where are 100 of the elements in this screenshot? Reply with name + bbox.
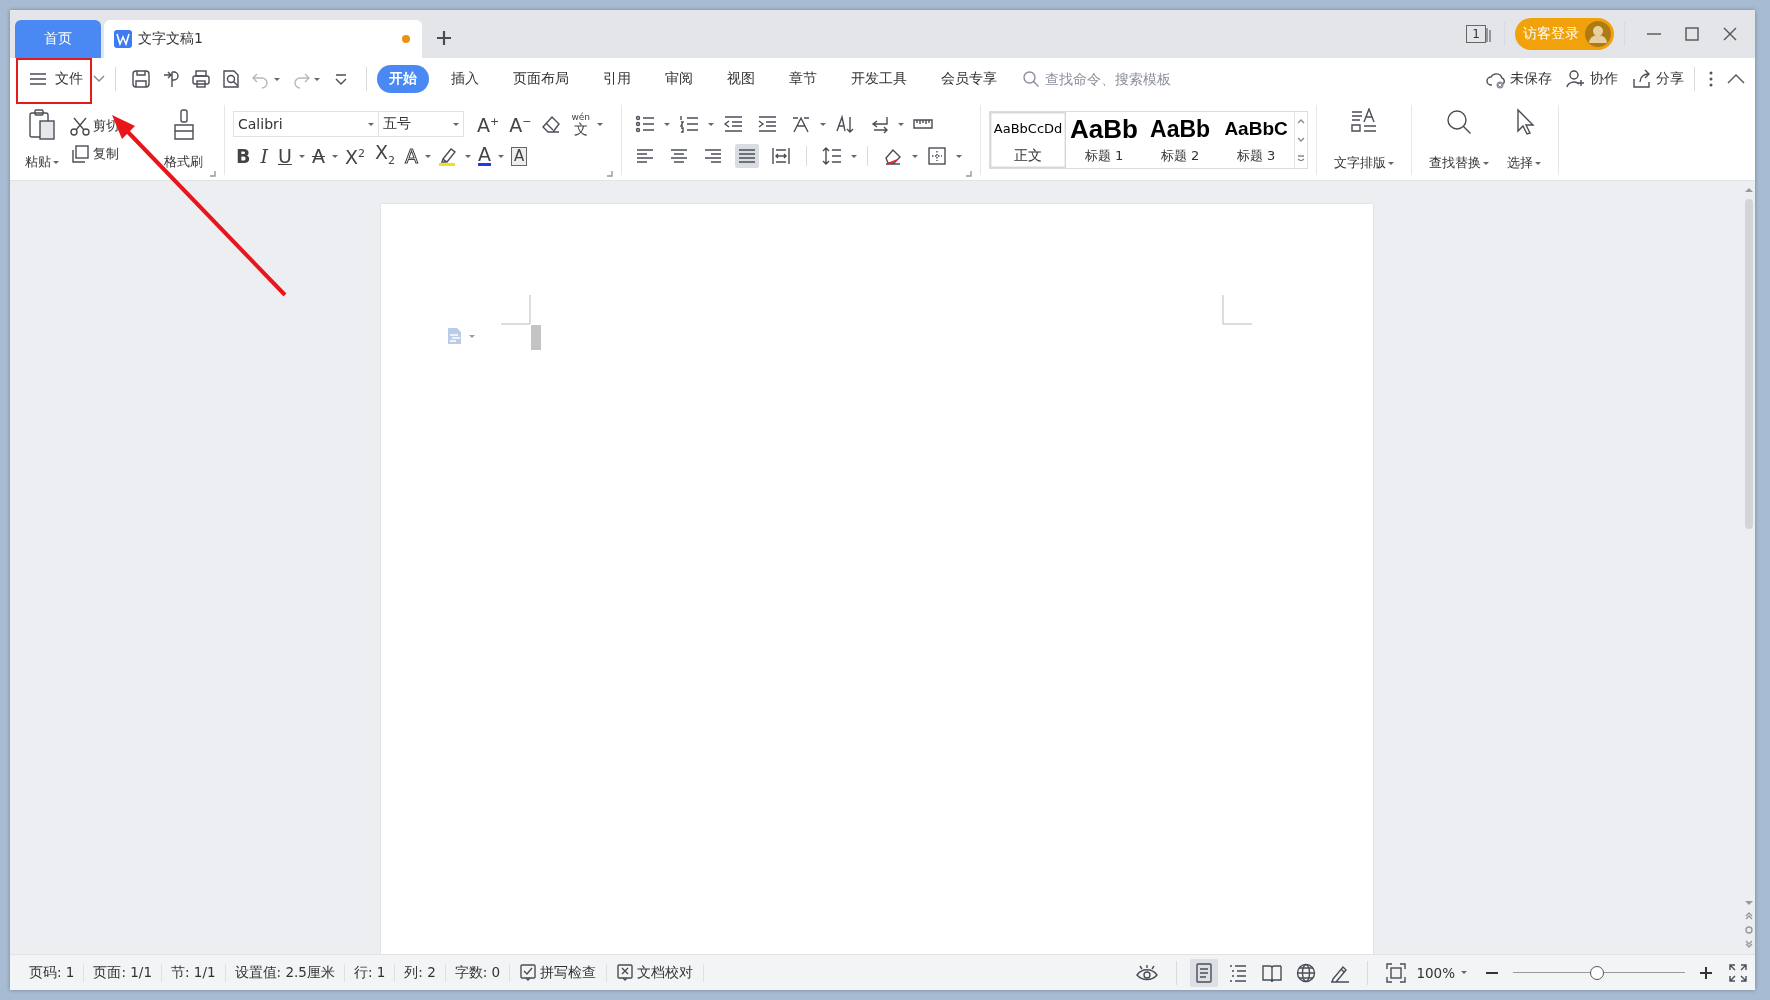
caret-icon bbox=[820, 122, 827, 126]
share-icon bbox=[1632, 69, 1652, 89]
caret-icon bbox=[331, 154, 338, 158]
maximize-icon[interactable] bbox=[1684, 26, 1700, 42]
caret-icon bbox=[53, 160, 59, 164]
add-tab-icon[interactable] bbox=[436, 30, 452, 46]
style-preset[interactable]: AaBb 标题 2 bbox=[1142, 112, 1219, 168]
phonetic-guide-button[interactable]: wén 文 bbox=[571, 112, 591, 136]
cross-icon bbox=[617, 964, 634, 981]
zoom-in-icon[interactable] bbox=[1699, 965, 1713, 980]
print-preview-icon[interactable] bbox=[221, 69, 241, 89]
collaborate-button[interactable]: 协作 bbox=[1566, 69, 1618, 89]
caret-icon[interactable] bbox=[274, 77, 280, 81]
font-name-dropdown[interactable]: Calibri bbox=[233, 111, 379, 137]
save-status-button[interactable]: 未保存 bbox=[1486, 69, 1552, 89]
zoom-dropdown[interactable]: 100% bbox=[1416, 964, 1467, 981]
ribbon-tab[interactable]: 会员专享 bbox=[929, 65, 1009, 93]
page-view-icon[interactable] bbox=[1190, 958, 1219, 987]
text-layout-button[interactable]: 文字排版 bbox=[1331, 108, 1398, 172]
collapse-icon[interactable] bbox=[1727, 74, 1745, 84]
expand-corner-icon[interactable] bbox=[210, 171, 216, 177]
previous-page-icon[interactable] bbox=[1745, 912, 1753, 920]
ribbon-tab[interactable]: 引用 bbox=[591, 65, 643, 93]
share-button[interactable]: 分享 bbox=[1632, 69, 1684, 89]
clipboard-icon bbox=[27, 109, 57, 141]
export-icon[interactable] bbox=[161, 69, 181, 89]
fit-page-icon[interactable] bbox=[1386, 962, 1407, 983]
superscript-button[interactable]: X$^{2}$ bbox=[344, 144, 365, 168]
highlighter-icon[interactable] bbox=[438, 146, 458, 166]
text-cursor bbox=[531, 325, 541, 350]
paste-button[interactable]: 粘贴 bbox=[22, 109, 62, 171]
scrollbar-thumb[interactable] bbox=[1745, 199, 1753, 529]
format-painter-button[interactable]: 格式刷 bbox=[161, 109, 206, 171]
print-icon[interactable] bbox=[191, 69, 211, 89]
fullscreen-icon[interactable] bbox=[1729, 963, 1747, 982]
justify-icon[interactable] bbox=[735, 144, 760, 168]
shrink-font-button[interactable]: A$^{−}$ bbox=[509, 112, 532, 136]
ribbon-tab[interactable]: 开发工具 bbox=[839, 65, 919, 93]
caret-icon bbox=[898, 122, 905, 126]
find-replace-button[interactable]: 查找替换 bbox=[1426, 108, 1493, 172]
italic-button[interactable]: I bbox=[260, 146, 268, 166]
ribbon-tab[interactable]: 插入 bbox=[439, 65, 491, 93]
caret-icon bbox=[498, 154, 504, 158]
slider-thumb[interactable] bbox=[1590, 965, 1605, 980]
status-text: 页码: 1 bbox=[20, 963, 85, 982]
avatar-icon bbox=[1585, 21, 1611, 47]
status-text: 行: 1 bbox=[344, 963, 396, 982]
file-menu[interactable]: 文件 bbox=[26, 64, 89, 94]
scissors-icon bbox=[70, 116, 90, 136]
caret-icon bbox=[453, 122, 459, 126]
ribbon-tab[interactable]: 审阅 bbox=[653, 65, 705, 93]
grow-font-button[interactable]: A$^{+}$ bbox=[477, 112, 500, 136]
ribbon-tab[interactable]: 视图 bbox=[715, 65, 767, 93]
caret-icon bbox=[1461, 971, 1467, 974]
caret-icon bbox=[912, 154, 919, 158]
browse-object-icon[interactable] bbox=[1745, 926, 1753, 934]
expand-icon[interactable] bbox=[1297, 155, 1306, 162]
ribbon-tab[interactable]: 页面布局 bbox=[501, 65, 581, 93]
document-tab[interactable]: 文字文稿1 bbox=[104, 20, 422, 58]
style-preset[interactable]: AaBbC 标题 3 bbox=[1218, 112, 1295, 168]
proofread-button[interactable]: 文档校对 bbox=[607, 963, 705, 982]
underline-button[interactable]: U bbox=[278, 146, 292, 166]
font-size-dropdown[interactable]: 五号 bbox=[378, 111, 464, 137]
user-add-icon bbox=[1566, 69, 1586, 89]
caret-icon bbox=[425, 154, 431, 158]
caret-icon bbox=[465, 154, 471, 158]
scroll-down-icon[interactable] bbox=[1297, 137, 1306, 142]
style-preset[interactable]: AaBbCcDd 正文 bbox=[990, 112, 1067, 168]
document-icon bbox=[114, 30, 132, 48]
next-page-icon[interactable] bbox=[1745, 940, 1753, 948]
bold-button[interactable]: B bbox=[236, 146, 251, 166]
caret-icon bbox=[1483, 161, 1490, 165]
scroll-up-icon[interactable] bbox=[1297, 118, 1306, 124]
caret-icon[interactable] bbox=[314, 77, 320, 81]
more-icon[interactable] bbox=[1709, 71, 1713, 87]
scroll-down-icon[interactable] bbox=[1745, 900, 1753, 906]
caret-icon bbox=[708, 122, 715, 126]
ribbon-tab[interactable]: 章节 bbox=[777, 65, 829, 93]
strikethrough-button[interactable]: A bbox=[311, 146, 325, 166]
font-color-button[interactable]: A bbox=[478, 146, 491, 166]
eraser-icon[interactable] bbox=[541, 114, 562, 134]
scroll-up-icon[interactable] bbox=[1745, 187, 1753, 193]
subscript-button[interactable]: X$_{2}$ bbox=[374, 141, 395, 171]
caret-icon bbox=[956, 154, 963, 158]
caret-icon bbox=[298, 154, 305, 158]
caret-icon bbox=[664, 122, 671, 126]
style-preset[interactable]: AaBb 标题 1 bbox=[1066, 112, 1143, 168]
save-icon[interactable] bbox=[131, 69, 151, 89]
status-text: 页面: 1/1 bbox=[84, 963, 162, 982]
eye-icon[interactable] bbox=[1136, 964, 1159, 981]
status-text: 列: 2 bbox=[395, 963, 446, 982]
search-field[interactable]: 查找命令、搜索模板 bbox=[1023, 70, 1203, 88]
close-icon[interactable] bbox=[1722, 26, 1738, 42]
copy-button[interactable]: 复制 bbox=[70, 144, 119, 164]
caret-icon bbox=[1388, 161, 1395, 165]
chevron-down-icon[interactable] bbox=[93, 75, 105, 83]
spell-check-button[interactable]: 拼写检查 bbox=[510, 963, 608, 982]
select-button[interactable]: 选择 bbox=[1504, 108, 1545, 172]
caret-icon bbox=[851, 154, 858, 158]
character-border-button[interactable]: A bbox=[511, 146, 528, 166]
